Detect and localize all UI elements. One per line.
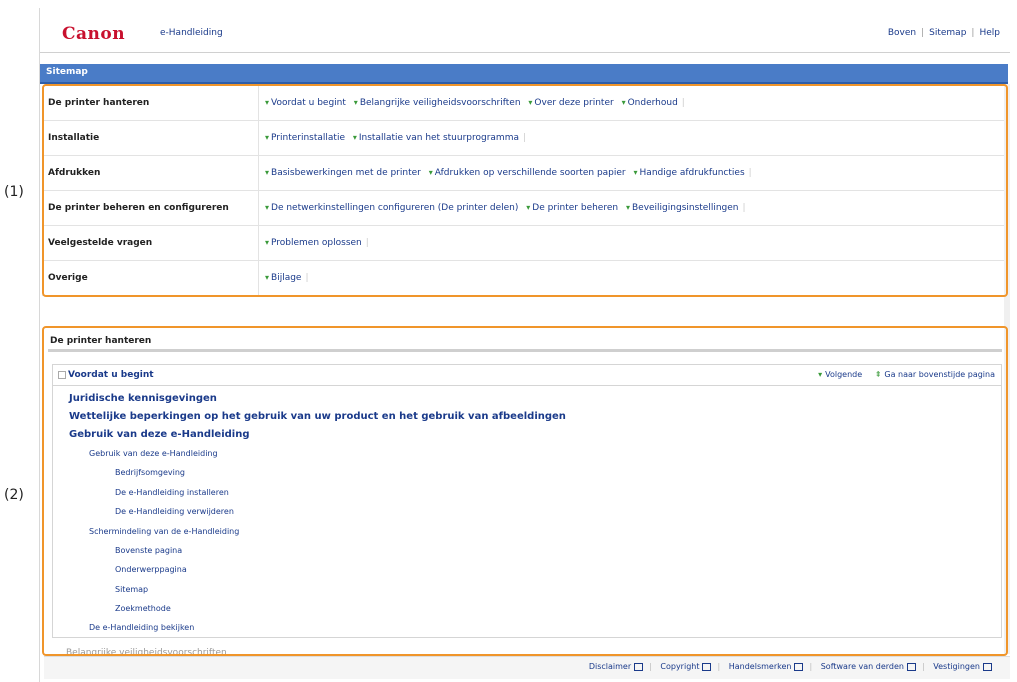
footer-link-disclaimer[interactable]: Disclaimer bbox=[589, 662, 644, 671]
callout-2: (2) bbox=[4, 487, 24, 503]
footer-links: Disclaimer | Copyright | Handelsmerken | So… bbox=[589, 662, 992, 671]
highlight-box-1 bbox=[42, 84, 1008, 297]
footer-bar: Disclaimer | Copyright | Handelsmerken | So… bbox=[44, 656, 1010, 679]
footer-link-trademarks[interactable]: Handelsmerken bbox=[729, 662, 804, 671]
footer-link-third-party[interactable]: Software van derden bbox=[821, 662, 916, 671]
top-bar: Canon e-Handleiding Boven | Sitemap | Help bbox=[40, 8, 1010, 53]
top-link-boven[interactable]: Boven bbox=[888, 28, 916, 38]
external-window-icon bbox=[634, 662, 644, 671]
footer-link-copyright[interactable]: Copyright bbox=[660, 662, 712, 671]
product-name: e-Handleiding bbox=[160, 28, 223, 38]
top-link-help[interactable]: Help bbox=[979, 28, 1000, 38]
top-links: Boven | Sitemap | Help bbox=[887, 28, 1000, 38]
external-window-icon bbox=[702, 662, 712, 671]
canon-logo: Canon bbox=[62, 24, 126, 44]
band-title: Sitemap bbox=[46, 67, 88, 77]
external-window-icon bbox=[983, 662, 992, 671]
top-link-sitemap[interactable]: Sitemap bbox=[929, 28, 966, 38]
sitemap-band: Sitemap bbox=[40, 64, 1008, 84]
callout-1: (1) bbox=[4, 184, 24, 200]
external-window-icon bbox=[907, 662, 916, 671]
footer-link-offices[interactable]: Vestigingen bbox=[933, 662, 992, 671]
highlight-box-2 bbox=[42, 326, 1008, 656]
external-window-icon bbox=[794, 662, 804, 671]
